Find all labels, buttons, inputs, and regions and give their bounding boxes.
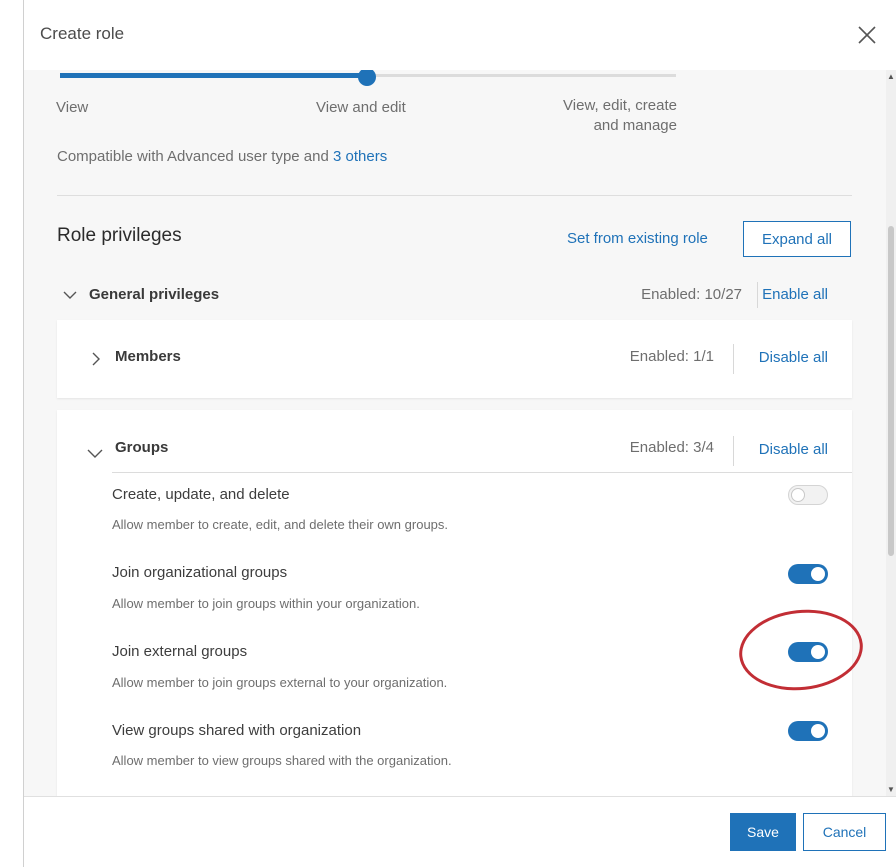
set-from-existing-role-link[interactable]: Set from existing role — [567, 230, 708, 247]
scroll-down-arrow-icon[interactable]: ▼ — [887, 785, 895, 794]
compatibility-text: Compatible with Advanced user type and 3… — [57, 148, 387, 165]
groups-label[interactable]: Groups — [115, 439, 168, 456]
dialog-header: Create role — [24, 0, 896, 70]
chevron-down-icon[interactable] — [87, 448, 103, 458]
save-button[interactable]: Save — [730, 813, 796, 851]
dialog-title: Create role — [40, 24, 125, 43]
groups-divider — [112, 472, 852, 473]
level-manage-label[interactable]: View, edit, create and manage — [544, 96, 677, 136]
create-update-delete-toggle[interactable] — [788, 485, 828, 505]
level-manage-line1: View, edit, create — [563, 97, 677, 114]
close-icon — [858, 26, 876, 44]
vertical-separator — [733, 436, 734, 466]
general-privileges-count: Enabled: 10/27 — [641, 286, 742, 303]
expand-all-button[interactable]: Expand all — [743, 221, 851, 257]
slider-fill — [60, 73, 368, 78]
general-privileges-header[interactable]: General privileges Enabled: 10/27 Enable… — [57, 280, 852, 310]
cancel-button[interactable]: Cancel — [803, 813, 886, 851]
groups-card: Groups Enabled: 3/4 Disable all Create, … — [57, 410, 852, 796]
privilege-title: View groups shared with organization — [112, 722, 362, 739]
scroll-up-arrow-icon[interactable]: ▲ — [887, 72, 895, 81]
privilege-title: Join external groups — [112, 643, 248, 660]
view-shared-groups-toggle[interactable] — [788, 721, 828, 741]
level-view-label[interactable]: View — [56, 98, 88, 118]
chevron-right-icon[interactable] — [91, 351, 101, 367]
toggle-knob — [791, 488, 805, 502]
vertical-separator — [757, 282, 758, 308]
create-role-dialog: Create role View View and edit View, edi… — [0, 0, 896, 867]
level-view-edit-label[interactable]: View and edit — [316, 98, 406, 118]
toggle-knob — [811, 567, 825, 581]
members-label[interactable]: Members — [115, 348, 181, 365]
role-privileges-title: Role privileges — [57, 225, 182, 246]
dialog-footer: Save Cancel — [24, 796, 896, 867]
members-disable-all-link[interactable]: Disable all — [759, 349, 828, 366]
scrollbar-thumb[interactable] — [888, 226, 894, 556]
join-organizational-groups-toggle[interactable] — [788, 564, 828, 584]
section-divider — [57, 195, 852, 196]
dialog-body: View View and edit View, edit, create an… — [24, 70, 886, 796]
groups-count: Enabled: 3/4 — [629, 439, 714, 456]
compatibility-others-link[interactable]: 3 others — [333, 148, 387, 165]
toggle-knob — [811, 724, 825, 738]
chevron-down-icon[interactable] — [63, 290, 77, 300]
general-privileges-label: General privileges — [89, 286, 220, 303]
members-card: Members Enabled: 1/1 Disable all — [57, 320, 852, 398]
close-button[interactable] — [854, 22, 880, 48]
enable-all-link[interactable]: Enable all — [762, 286, 828, 303]
groups-disable-all-link[interactable]: Disable all — [759, 441, 828, 458]
compatibility-prefix: Compatible with Advanced user type and — [57, 148, 333, 165]
privilege-description: Allow member to join groups external to … — [112, 675, 448, 690]
scrollbar[interactable]: ▲ ▼ — [886, 70, 896, 796]
level-manage-line2: and manage — [593, 117, 677, 134]
privilege-description: Allow member to create, edit, and delete… — [112, 517, 449, 532]
privilege-title: Create, update, and delete — [112, 486, 290, 503]
slider-thumb[interactable] — [358, 70, 376, 86]
members-count: Enabled: 1/1 — [629, 348, 714, 365]
privilege-description: Allow member to join groups within your … — [112, 596, 420, 611]
access-level-slider[interactable] — [60, 70, 676, 86]
vertical-separator — [733, 344, 734, 374]
privilege-description: Allow member to view groups shared with … — [112, 753, 452, 768]
privilege-title: Join organizational groups — [112, 564, 288, 581]
